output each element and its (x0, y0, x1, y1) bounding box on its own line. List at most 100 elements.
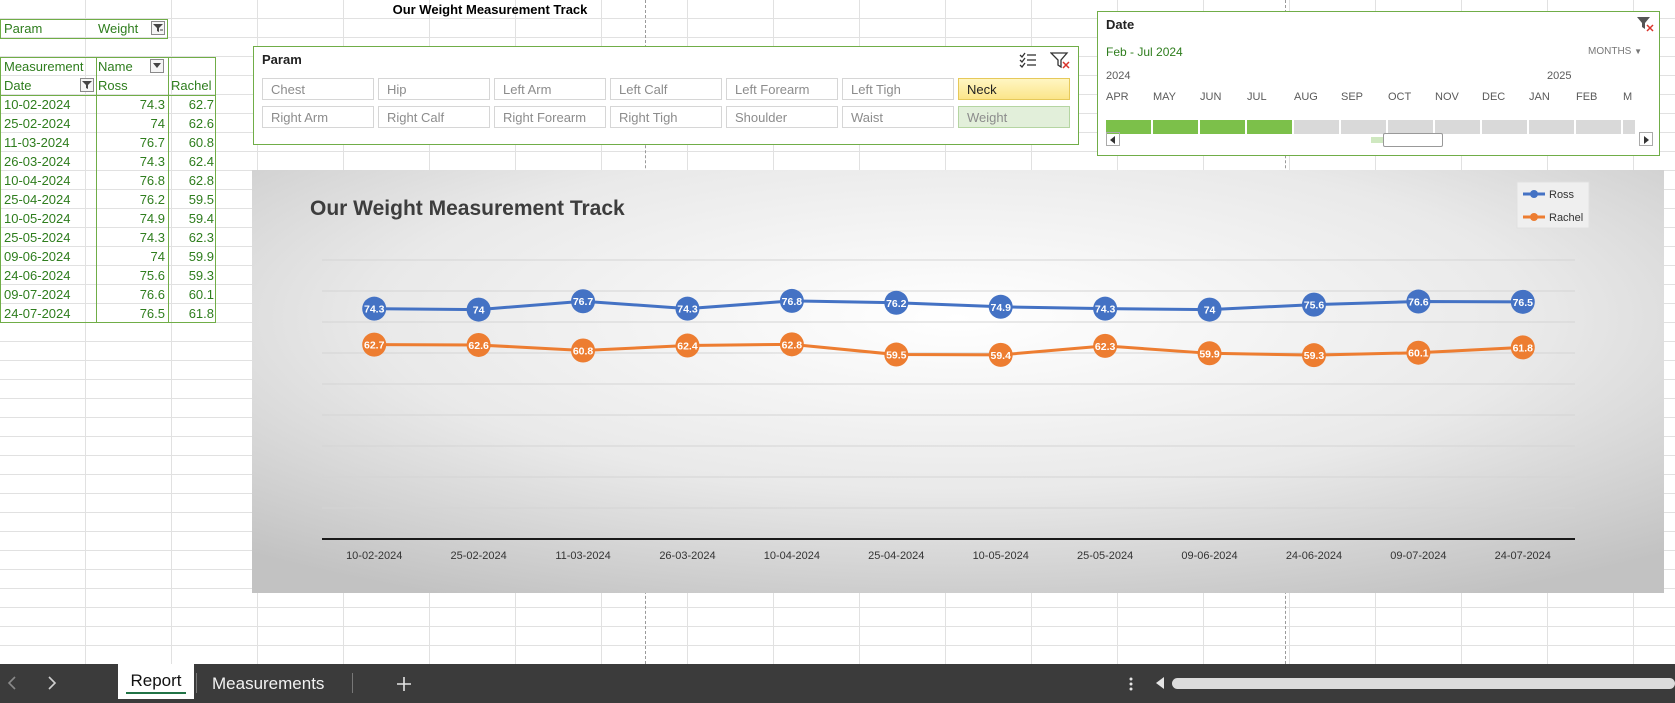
pivot-row-date: 25-02-2024 (4, 116, 71, 131)
next-sheet-button[interactable] (42, 674, 60, 692)
prev-sheet-button[interactable] (4, 674, 22, 692)
timeline-month-bar[interactable] (1341, 120, 1386, 134)
timeline-title: Date (1106, 17, 1135, 32)
timeline-month-bar[interactable] (1294, 120, 1339, 134)
timeline-month-bar[interactable] (1388, 120, 1433, 134)
timeline-month-bar[interactable] (1576, 120, 1621, 134)
data-label-rachel: 59.9 (1199, 348, 1220, 360)
slicer-item-right-forearm[interactable]: Right Forearm (494, 106, 606, 128)
x-tick-label: 10-05-2024 (973, 550, 1029, 562)
timeline-scroll-selection (1371, 137, 1383, 143)
data-label-ross: 76.2 (886, 298, 907, 310)
data-label-ross: 74 (473, 305, 485, 317)
more-options-button[interactable] (1126, 674, 1136, 694)
clear-filter-icon[interactable] (1049, 51, 1070, 69)
data-label-rachel: 59.3 (1304, 350, 1325, 362)
data-label-ross: 74.3 (1095, 304, 1116, 316)
timeline-scroll-right[interactable] (1639, 132, 1653, 146)
pivot-col-filter-button[interactable] (150, 59, 164, 73)
data-label-rachel: 62.8 (782, 339, 803, 351)
pivot-cell-rachel: 62.3 (188, 230, 214, 245)
timeline-month-bar[interactable] (1200, 120, 1245, 134)
add-sheet-button[interactable] (394, 674, 414, 694)
slicer-item-left-forearm[interactable]: Left Forearm (726, 78, 838, 100)
legend-swatch-marker (1530, 213, 1538, 221)
data-label-ross: 74.3 (364, 304, 385, 316)
chevron-down-icon: ▼ (1634, 47, 1643, 56)
timeline-month-label: NOV (1435, 91, 1459, 103)
timeline-month-bar[interactable] (1153, 120, 1198, 134)
pivot-row-date: 10-05-2024 (4, 211, 71, 226)
param-slicer[interactable]: Param Chest Hip Left Arm Left Calf Left Fore… (253, 46, 1079, 145)
slicer-item-chest[interactable]: Chest (262, 78, 374, 100)
weight-line-chart[interactable]: Our Weight Measurement Track 10-02-2024 2… (252, 170, 1664, 593)
timeline-month-label: JAN (1529, 91, 1550, 103)
timeline-scrollbar-thumb[interactable] (1383, 133, 1443, 147)
pivot-cell-ross: 74.3 (139, 97, 165, 112)
data-label-ross: 76.5 (1513, 297, 1534, 309)
slicer-item-weight[interactable]: Weight (958, 106, 1070, 128)
pivot-col-field: Name (98, 59, 133, 74)
pivot-cell-rachel: 61.8 (188, 306, 214, 321)
slicer-item-left-arm[interactable]: Left Arm (494, 78, 606, 100)
chevron-right-icon (1644, 136, 1649, 144)
timeline-month-label: AUG (1294, 91, 1318, 103)
data-label-rachel: 59.4 (990, 350, 1011, 362)
legend-label-rachel: Rachel (1549, 212, 1583, 224)
plus-icon (397, 677, 411, 691)
horizontal-scrollbar[interactable] (1172, 678, 1675, 689)
data-label-rachel: 61.8 (1513, 342, 1534, 354)
pivot-filter-value[interactable]: Weight (98, 19, 138, 38)
slicer-item-right-tigh[interactable]: Right Tigh (610, 106, 722, 128)
tab-divider (196, 673, 197, 693)
tab-report[interactable]: Report (118, 664, 194, 699)
data-label-rachel: 59.5 (886, 350, 907, 362)
timeline-month-bar[interactable] (1529, 120, 1574, 134)
pivot-filter-button[interactable] (151, 21, 165, 35)
timeline-clear-filter-icon[interactable] (1636, 16, 1654, 32)
timeline-scroll-left[interactable] (1106, 132, 1120, 146)
date-timeline[interactable]: Date Feb - Jul 2024 MONTHS ▼ 2024 2025 A… (1097, 11, 1660, 156)
data-label-rachel: 62.4 (677, 341, 698, 353)
slicer-item-right-calf[interactable]: Right Calf (378, 106, 490, 128)
pivot-row-date: 24-06-2024 (4, 268, 71, 283)
legend-label-ross: Ross (1549, 189, 1575, 201)
timeline-month-bar[interactable] (1623, 120, 1635, 134)
pivot-cell-rachel: 60.1 (188, 287, 214, 302)
slicer-title: Param (262, 52, 302, 67)
timeline-month-label: JUL (1247, 91, 1267, 103)
timeline-level-dropdown[interactable]: MONTHS ▼ (1588, 46, 1642, 57)
data-label-rachel: 60.1 (1408, 348, 1429, 360)
pivot-row-date: 26-03-2024 (4, 154, 71, 169)
timeline-year-2025: 2025 (1547, 70, 1572, 82)
chart-background (252, 170, 1664, 593)
slicer-item-left-calf[interactable]: Left Calf (610, 78, 722, 100)
data-label-ross: 75.6 (1304, 300, 1325, 312)
data-label-ross: 76.6 (1408, 297, 1429, 309)
slicer-item-shoulder[interactable]: Shoulder (726, 106, 838, 128)
timeline-month-bar[interactable] (1482, 120, 1527, 134)
active-tab-underline (126, 692, 186, 694)
tab-measurements[interactable]: Measurements (212, 674, 324, 694)
timeline-range: Feb - Jul 2024 (1106, 45, 1183, 59)
timeline-month-bar[interactable] (1435, 120, 1480, 134)
pivot-col-ross: Ross (98, 78, 128, 93)
x-tick-label: 10-02-2024 (346, 550, 402, 562)
slicer-item-neck[interactable]: Neck (958, 78, 1070, 100)
slicer-item-hip[interactable]: Hip (378, 78, 490, 100)
pivot-cell-ross: 74.3 (139, 230, 165, 245)
pivot-row-filter-button[interactable] (80, 78, 94, 92)
pivot-cell-rachel: 62.6 (188, 116, 214, 131)
multi-select-icon[interactable] (1018, 51, 1038, 69)
timeline-month-label: FEB (1576, 91, 1598, 103)
timeline-month-bar[interactable] (1247, 120, 1292, 134)
timeline-month-label: M (1623, 91, 1633, 103)
slicer-item-right-arm[interactable]: Right Arm (262, 106, 374, 128)
slicer-item-left-tigh[interactable]: Left Tigh (842, 78, 954, 100)
x-tick-label: 09-06-2024 (1181, 550, 1237, 562)
chevron-down-icon (153, 63, 161, 68)
tab-divider-2 (352, 673, 353, 693)
x-tick-label: 25-05-2024 (1077, 550, 1133, 562)
slicer-item-waist[interactable]: Waist (842, 106, 954, 128)
hscroll-left-button[interactable] (1154, 676, 1166, 690)
